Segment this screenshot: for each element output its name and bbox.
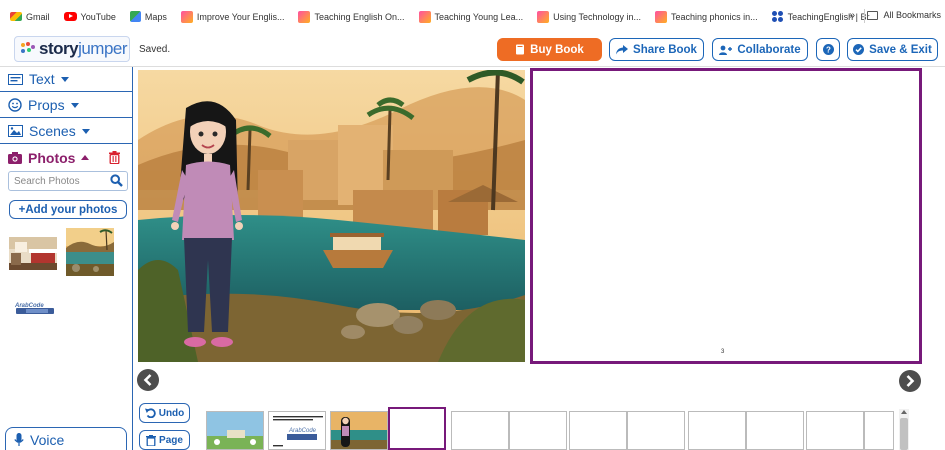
page-thumbnail-6[interactable] xyxy=(569,411,627,450)
photo-thumbnail-oasis[interactable] xyxy=(66,228,114,276)
page-thumbnail-4[interactable] xyxy=(451,411,509,450)
bookmarks-bar: Gmail YouTube Maps Improve Your Englis..… xyxy=(0,0,945,33)
question-icon: ? xyxy=(822,44,834,55)
pen-icon xyxy=(418,10,431,23)
add-your-photos-button[interactable]: +Add your photos xyxy=(9,200,127,219)
voice-button[interactable]: Voice xyxy=(5,427,127,450)
undo-button[interactable]: Undo xyxy=(139,403,190,423)
scroll-up-arrow-icon[interactable] xyxy=(901,410,907,414)
page-thumbnail-cover[interactable] xyxy=(206,411,264,450)
logo-dots-icon xyxy=(21,42,35,56)
page-thumbnail-2[interactable] xyxy=(330,411,388,450)
page-illustration xyxy=(138,70,525,362)
all-bookmarks-button[interactable]: All Bookmarks xyxy=(867,10,941,20)
search-icon[interactable] xyxy=(110,174,123,190)
thumbnail-scrollbar[interactable] xyxy=(899,409,909,450)
bookmark-teachingenglish[interactable]: TeachingEnglish | Br... xyxy=(771,10,876,23)
image-icon xyxy=(8,125,23,137)
photo-thumbnail-room[interactable] xyxy=(9,237,57,270)
scrollbar-thumb[interactable] xyxy=(900,418,908,450)
youtube-icon xyxy=(63,12,77,21)
save-exit-button[interactable]: Save & Exit xyxy=(847,38,938,61)
sidebar-item-scenes[interactable]: Scenes xyxy=(0,119,132,144)
more-bookmarks-button[interactable]: » xyxy=(849,10,855,21)
svg-text:?: ? xyxy=(826,46,831,55)
app-header: storyjumper Saved. Buy Book Share Book C… xyxy=(0,33,945,67)
trash-icon xyxy=(146,434,157,446)
bookmark-teaching-english-online[interactable]: Teaching English On... xyxy=(298,10,405,23)
search-photos-input[interactable]: Search Photos xyxy=(8,171,128,191)
sidebar-item-text[interactable]: Text xyxy=(0,67,132,92)
chevron-down-icon xyxy=(81,128,90,134)
divider xyxy=(864,9,865,23)
left-sidebar: Text Props Scenes Photos Search Photos +… xyxy=(0,67,133,450)
maps-icon xyxy=(129,11,141,22)
pen-icon xyxy=(298,10,311,23)
text-icon xyxy=(8,73,23,85)
page-thumbnail-3[interactable] xyxy=(388,407,446,450)
gmail-icon xyxy=(10,12,22,21)
storyjumper-logo[interactable]: storyjumper xyxy=(14,36,130,62)
add-page-button[interactable]: Page xyxy=(139,430,190,450)
save-status: Saved. xyxy=(139,44,171,55)
bookmark-teaching-young-learners[interactable]: Teaching Young Lea... xyxy=(418,10,523,23)
page-thumbnail-8[interactable] xyxy=(688,411,746,450)
chevron-left-icon xyxy=(143,374,152,386)
buy-book-button[interactable]: Buy Book xyxy=(497,38,602,61)
camera-icon xyxy=(8,151,22,164)
svg-text:ArabCode: ArabCode xyxy=(288,428,317,434)
trash-icon[interactable] xyxy=(109,151,120,167)
sidebar-item-photos[interactable]: Photos xyxy=(0,145,132,170)
logo-jumper-text: jumper xyxy=(78,39,128,58)
page-thumbnail-7[interactable] xyxy=(627,411,685,450)
bookmark-improve-english[interactable]: Improve Your Englis... xyxy=(180,10,284,23)
share-arrow-icon xyxy=(616,44,629,54)
logo-story-text: story xyxy=(39,39,79,58)
page-thumbnail-11[interactable] xyxy=(864,411,894,450)
page-thumbnail-5[interactable] xyxy=(509,411,567,450)
sidebar-item-props[interactable]: Props xyxy=(0,93,132,118)
bookmark-using-technology[interactable]: Using Technology in... xyxy=(537,10,641,23)
book-icon xyxy=(516,44,525,55)
chevron-down-icon xyxy=(70,102,79,108)
previous-page-button[interactable] xyxy=(137,369,159,391)
bookmark-maps[interactable]: Maps xyxy=(129,11,167,22)
help-button[interactable]: ? xyxy=(816,38,840,61)
page-number: 3 xyxy=(721,349,725,355)
book-page-left[interactable] xyxy=(138,70,525,362)
users-icon xyxy=(719,45,733,55)
pen-icon xyxy=(655,10,668,23)
undo-icon xyxy=(144,408,156,418)
smiley-icon xyxy=(8,98,22,112)
check-circle-icon xyxy=(853,44,865,55)
share-book-button[interactable]: Share Book xyxy=(609,38,704,61)
chevron-right-icon xyxy=(906,375,915,387)
pen-icon xyxy=(180,10,193,23)
collaborate-button[interactable]: Collaborate xyxy=(712,38,808,61)
bookmark-teaching-phonics[interactable]: Teaching phonics in... xyxy=(655,10,758,23)
book-page-right[interactable]: 3 xyxy=(530,68,922,364)
microphone-icon xyxy=(14,432,24,447)
arabcode-logo-thumbnail[interactable]: ArabCode xyxy=(12,299,57,317)
pen-icon xyxy=(537,10,550,23)
folder-icon xyxy=(867,10,879,20)
teachingenglish-icon xyxy=(771,10,784,23)
page-thumbnail-10[interactable] xyxy=(806,411,864,450)
next-page-button[interactable] xyxy=(899,370,921,392)
page-thumbnail-9[interactable] xyxy=(746,411,804,450)
chevron-up-icon xyxy=(81,155,90,160)
chevron-down-icon xyxy=(60,76,69,82)
bookmark-youtube[interactable]: YouTube xyxy=(63,12,116,22)
bookmark-gmail[interactable]: Gmail xyxy=(10,12,50,22)
page-thumbnail-title[interactable]: ArabCode xyxy=(268,411,326,450)
